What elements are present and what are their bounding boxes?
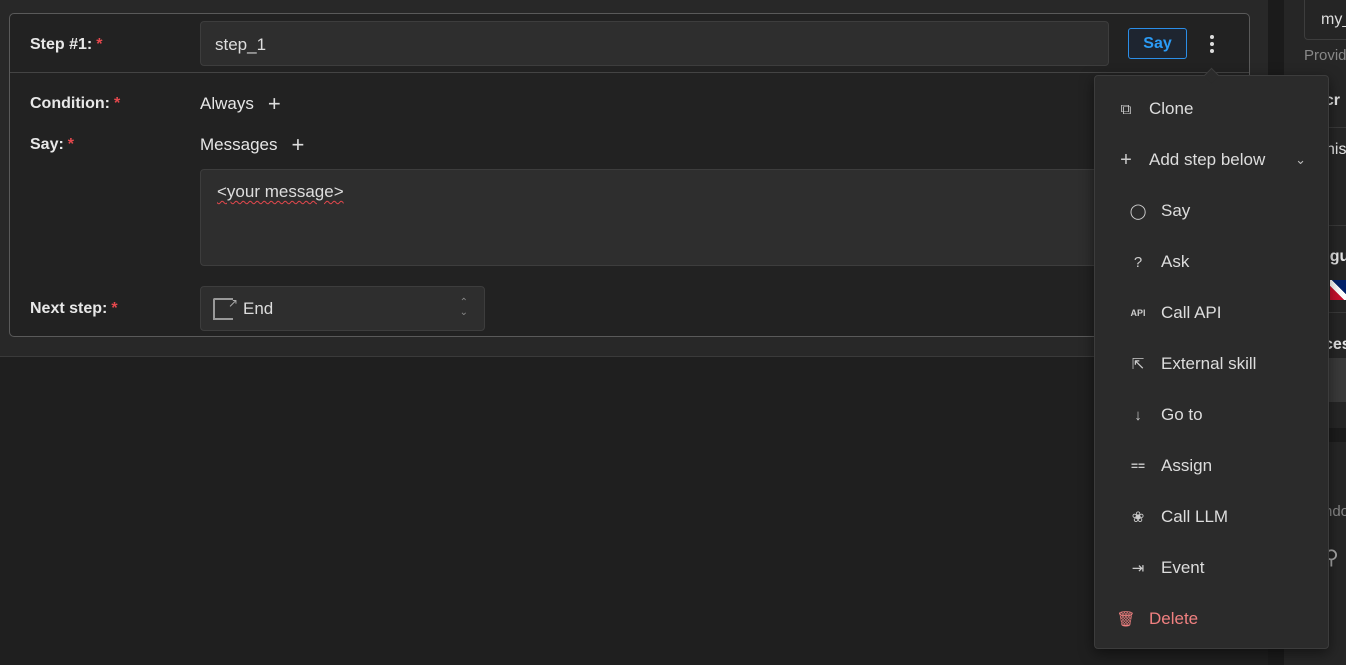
exit-door-icon: ↗ bbox=[213, 296, 238, 320]
brain-icon: ❀ bbox=[1131, 509, 1145, 526]
step-name-input[interactable]: step_1 bbox=[200, 21, 1109, 66]
api-icon: API bbox=[1130, 308, 1146, 318]
menu-item-add-step-below[interactable]: + Add step below ⌄ bbox=[1095, 140, 1328, 180]
menu-item-ask[interactable]: ? Ask bbox=[1095, 242, 1328, 282]
next-step-value: End bbox=[243, 298, 274, 318]
menu-item-delete[interactable]: 🗑︎ Delete bbox=[1095, 599, 1328, 639]
event-icon: ⇥ bbox=[1131, 560, 1145, 577]
menu-item-call-llm[interactable]: ❀ Call LLM bbox=[1095, 497, 1328, 537]
menu-item-clone[interactable]: ⧉ Clone bbox=[1095, 89, 1328, 129]
condition-value[interactable]: Always bbox=[200, 94, 254, 114]
menu-item-call-api[interactable]: API Call API bbox=[1095, 293, 1328, 333]
chat-bubble-icon: ◯ bbox=[1129, 203, 1147, 220]
equals-icon: == bbox=[1130, 459, 1145, 473]
menu-item-say[interactable]: ◯ Say bbox=[1095, 191, 1328, 231]
step-options-menu: ⧉ Clone + Add step below ⌄ ◯ Say ? Ask API Cal… bbox=[1094, 75, 1329, 649]
step-label: Step #1: * bbox=[30, 36, 103, 53]
add-condition-icon[interactable]: + bbox=[268, 91, 281, 117]
menu-item-assign[interactable]: == Assign bbox=[1095, 446, 1328, 486]
menu-item-external-skill[interactable]: ⇱ External skill bbox=[1095, 344, 1328, 384]
plus-icon: + bbox=[1120, 148, 1132, 171]
select-chevron-icon: ⌃ ⌄ bbox=[459, 297, 468, 318]
right-panel-input-value: my_ bbox=[1321, 11, 1346, 28]
step-card: Step #1: * step_1 Say Condition: * Always … bbox=[9, 13, 1250, 337]
message-textarea[interactable]: <your message> bbox=[200, 169, 1100, 266]
question-icon: ? bbox=[1133, 253, 1143, 271]
messages-label: Messages bbox=[200, 135, 278, 154]
menu-item-event[interactable]: ⇥ Event bbox=[1095, 548, 1328, 588]
chevron-down-icon: ⌄ bbox=[1295, 152, 1306, 167]
right-panel-input[interactable]: my_ bbox=[1304, 0, 1346, 40]
step-name-value: step_1 bbox=[215, 35, 267, 54]
add-message-icon[interactable]: + bbox=[291, 132, 304, 158]
message-text: <your message> bbox=[217, 182, 344, 201]
trash-icon: 🗑︎ bbox=[1116, 611, 1136, 628]
say-type-button[interactable]: Say bbox=[1128, 28, 1187, 59]
more-options-icon[interactable] bbox=[1202, 28, 1222, 60]
next-step-select[interactable]: ↗ End ⌃ ⌄ bbox=[200, 286, 485, 331]
say-label: Say: * bbox=[30, 136, 75, 153]
right-panel-text: his bbox=[1326, 141, 1346, 158]
menu-item-go-to[interactable]: ↓ Go to bbox=[1095, 395, 1328, 435]
uk-flag-icon bbox=[1330, 280, 1346, 300]
right-panel-helper: Provid bbox=[1304, 47, 1346, 64]
condition-label: Condition: * bbox=[30, 95, 121, 112]
arrow-down-icon: ↓ bbox=[1134, 406, 1142, 424]
external-link-icon: ⇱ bbox=[1131, 356, 1145, 373]
next-step-label: Next step: * bbox=[30, 300, 118, 317]
clone-icon: ⧉ bbox=[1120, 100, 1132, 118]
